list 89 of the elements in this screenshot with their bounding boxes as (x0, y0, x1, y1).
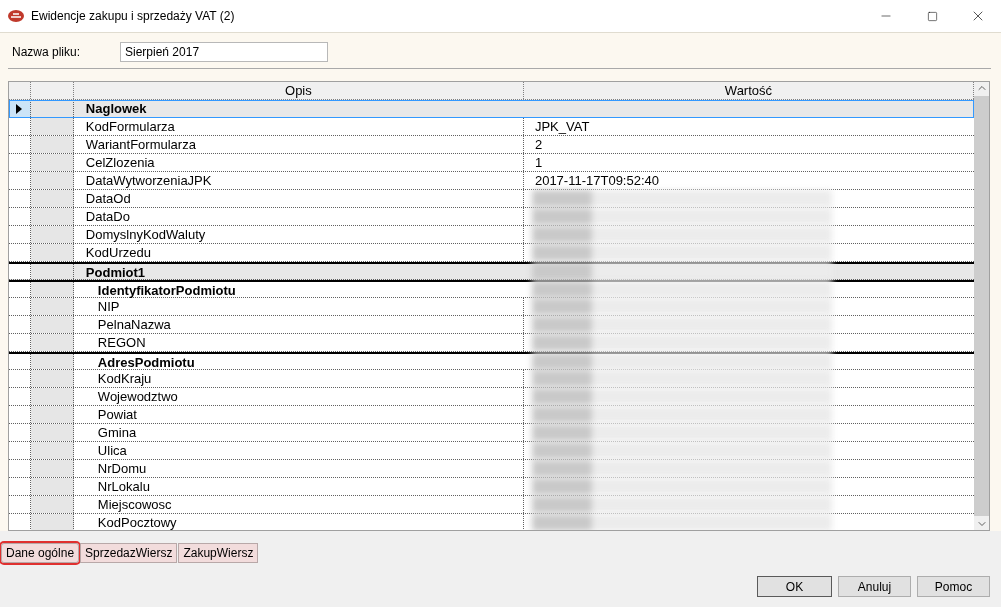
indent-cell (30, 190, 74, 207)
property-row[interactable]: NrDomu (9, 460, 974, 478)
property-row[interactable]: REGON (9, 334, 974, 352)
indent-cell (30, 118, 74, 135)
sheet-tab[interactable]: Dane ogólne (1, 543, 80, 563)
dialog-button[interactable]: Anuluj (838, 576, 911, 597)
property-name-cell: Wojewodztwo (73, 388, 524, 405)
property-row[interactable]: KodUrzedu (9, 244, 974, 262)
indent-cell (30, 370, 74, 387)
indent-cell (30, 208, 74, 225)
property-row[interactable]: KodKraju (9, 370, 974, 388)
property-name-cell: NrDomu (73, 460, 524, 477)
property-name-cell: Miejscowosc (73, 496, 524, 513)
property-value-cell[interactable]: JPK_VAT (523, 118, 974, 135)
property-name-cell: NrLokalu (73, 478, 524, 495)
property-value-cell[interactable]: 2017-11-17T09:52:40 (523, 172, 974, 189)
property-name-cell: DomyslnyKodWaluty (73, 226, 524, 243)
property-row[interactable]: CelZlozenia 1 (9, 154, 974, 172)
property-name-cell: REGON (73, 334, 524, 351)
row-indicator[interactable] (9, 264, 31, 279)
property-row[interactable]: DataDo (9, 208, 974, 226)
column-header[interactable]: Wartość (523, 82, 974, 99)
app-logo-icon (8, 9, 24, 23)
property-name-cell: WariantFormularza (73, 136, 524, 153)
current-row-icon (16, 103, 23, 114)
indent-cell (30, 154, 74, 171)
property-row[interactable]: Powiat (9, 406, 974, 424)
indent-cell (30, 172, 74, 189)
indent-cell (30, 388, 74, 405)
property-row[interactable]: NrLokalu (9, 478, 974, 496)
property-row[interactable]: Ulica (9, 442, 974, 460)
property-value-cell[interactable]: 2 (523, 136, 974, 153)
indent-cell (30, 514, 74, 530)
property-name-cell: KodPocztowy (73, 514, 524, 530)
row-indicator[interactable] (9, 100, 31, 117)
indent-cell (30, 354, 74, 369)
property-value-cell[interactable]: 1 (523, 154, 974, 171)
property-name-cell: DataOd (73, 190, 524, 207)
indent-cell (30, 136, 74, 153)
indent-cell (30, 406, 74, 423)
property-name-cell: KodKraju (73, 370, 524, 387)
indent-cell (30, 478, 74, 495)
window-title: Ewidencje zakupu i sprzedaży VAT (2) (31, 9, 236, 23)
maximize-icon (926, 10, 938, 22)
group-row[interactable]: Podmiot1 (9, 262, 974, 280)
property-row[interactable]: PelnaNazwa (9, 316, 974, 334)
property-row[interactable]: Miejscowosc (9, 496, 974, 514)
property-name-cell: DataWytworzeniaJPK (73, 172, 524, 189)
column-header[interactable]: Opis (73, 82, 524, 99)
indent-cell (30, 442, 74, 459)
property-name-cell: DataDo (73, 208, 524, 225)
property-row[interactable]: WariantFormularza 2 (9, 136, 974, 154)
indent-cell (30, 226, 74, 243)
property-name-cell: CelZlozenia (73, 154, 524, 171)
property-name-cell: Gmina (73, 424, 524, 441)
indent-cell (30, 282, 74, 297)
property-row[interactable]: DataWytworzeniaJPK 2017-11-17T09:52:40 (9, 172, 974, 190)
sheet-tab[interactable]: ZakupWiersz (178, 543, 259, 563)
property-name-cell: NIP (73, 298, 524, 315)
group-row[interactable]: AdresPodmiotu (9, 352, 974, 370)
indent-cell (30, 316, 74, 333)
file-name-label: Nazwa pliku: (11, 45, 82, 59)
indent-cell (30, 334, 74, 351)
indent-cell (30, 424, 74, 441)
group-label: IdentyfikatorPodmiotu (96, 282, 237, 297)
property-row[interactable]: Wojewodztwo (9, 388, 974, 406)
property-name-cell: Ulica (73, 442, 524, 459)
property-row[interactable]: DomyslnyKodWaluty (9, 226, 974, 244)
property-row[interactable]: DataOd (9, 190, 974, 208)
group-row[interactable]: IdentyfikatorPodmiotu (9, 280, 974, 298)
indent-cell (30, 496, 74, 513)
dialog-button[interactable]: Pomoc (917, 576, 990, 597)
group-row[interactable]: Naglowek (9, 100, 974, 118)
property-row[interactable]: Gmina (9, 424, 974, 442)
group-label: AdresPodmiotu (96, 354, 196, 369)
indent-cell (30, 460, 74, 477)
property-name-cell: KodUrzedu (73, 244, 524, 261)
file-name-field[interactable]: Sierpień 2017 (120, 42, 328, 62)
indent-cell (30, 298, 74, 315)
property-name-cell: Powiat (73, 406, 524, 423)
property-row[interactable]: KodFormularza JPK_VAT (9, 118, 974, 136)
dialog-button[interactable]: OK (757, 576, 832, 597)
indent-cell (30, 244, 74, 261)
property-name-cell: KodFormularza (73, 118, 524, 135)
group-label: Podmiot1 (84, 264, 147, 279)
property-name-cell: PelnaNazwa (73, 316, 524, 333)
group-label: Naglowek (84, 100, 148, 117)
sheet-tab[interactable]: SprzedazWiersz (80, 543, 178, 563)
property-row[interactable]: NIP (9, 298, 974, 316)
